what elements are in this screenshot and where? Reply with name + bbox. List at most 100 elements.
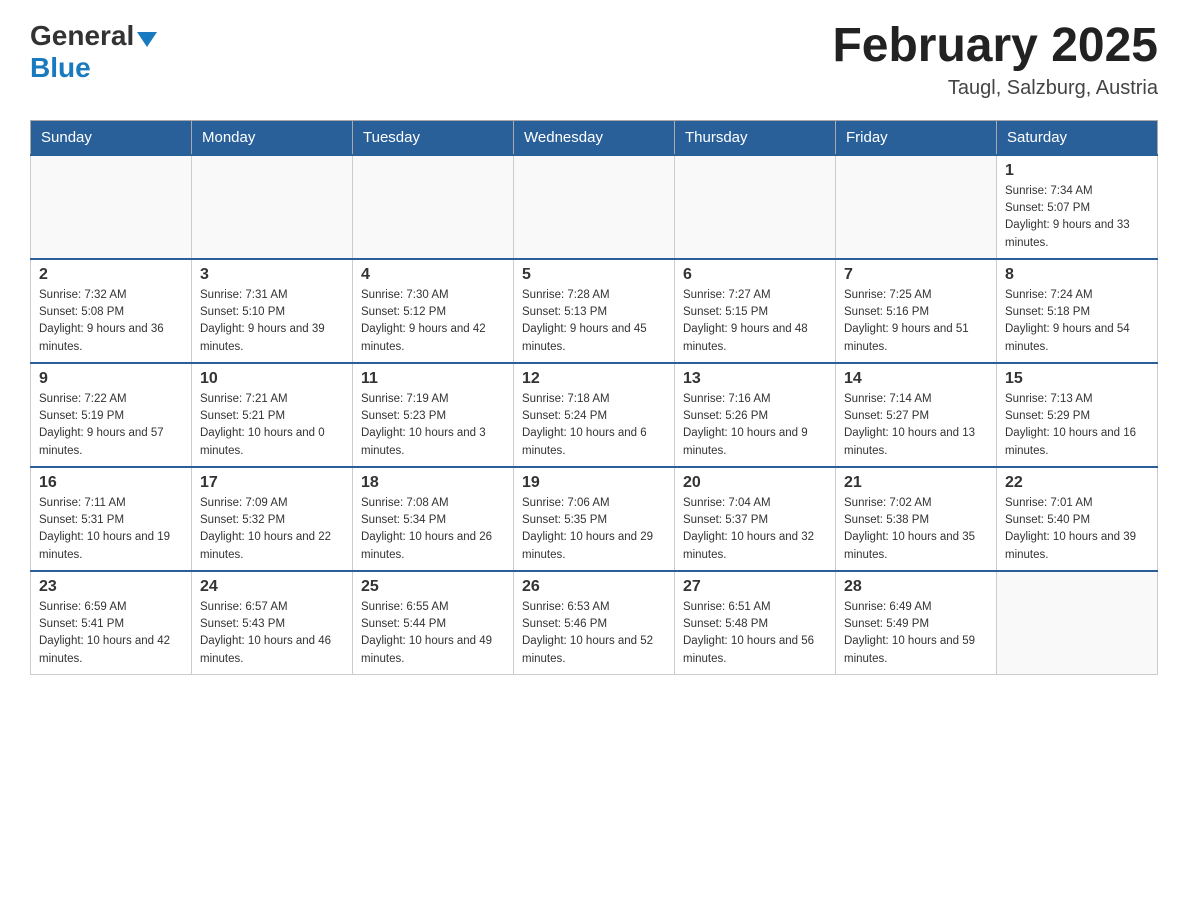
daylight-text: Daylight: 10 hours and 29 minutes. (522, 531, 653, 560)
day-number: 25 (361, 578, 505, 596)
daylight-text: Daylight: 10 hours and 9 minutes. (683, 427, 808, 456)
day-number: 3 (200, 266, 344, 284)
day-number: 21 (844, 474, 988, 492)
day-info: Sunrise: 7:16 AM Sunset: 5:26 PM Daylight:… (683, 391, 827, 460)
calendar-cell: 3 Sunrise: 7:31 AMSunset: 5:10 PMDaylight… (192, 259, 353, 363)
daylight-text: Daylight: 10 hours and 32 minutes. (683, 531, 814, 560)
calendar-cell: 10Sunrise: 7:21 AMSunset: 5:21 PMDayligh… (192, 363, 353, 467)
sunrise-text: Sunrise: 7:28 AM (522, 289, 610, 301)
daylight-text: Daylight: 10 hours and 39 minutes. (1005, 531, 1136, 560)
calendar-cell: 11Sunrise: 7:19 AMSunset: 5:23 PMDayligh… (353, 363, 514, 467)
sunrise-text: Sunrise: 6:55 AM (361, 601, 449, 613)
col-wednesday: Wednesday (514, 120, 675, 155)
day-number: 23 (39, 578, 183, 596)
day-number: 6 (683, 266, 827, 284)
day-number: 5 (522, 266, 666, 284)
daylight-text: Daylight: 9 hours and 36 minutes. (39, 323, 164, 352)
sunset-text: Sunset: 5:43 PM (200, 618, 285, 630)
sunrise-text: Sunrise: 7:08 AM (361, 497, 449, 509)
day-number: 17 (200, 474, 344, 492)
day-info: Sunrise: 7:34 AMSunset: 5:07 PMDaylight:… (1005, 183, 1149, 252)
day-info: Sunrise: 6:49 AMSunset: 5:49 PMDaylight:… (844, 599, 988, 668)
daylight-text: Daylight: 9 hours and 33 minutes. (1005, 219, 1130, 248)
calendar-cell: 14Sunrise: 7:14 AMSunset: 5:27 PMDayligh… (836, 363, 997, 467)
sunset-text: Sunset: 5:23 PM (361, 410, 446, 422)
logo-triangle-icon (137, 32, 157, 47)
sunset-text: Sunset: 5:13 PM (522, 306, 607, 318)
calendar-cell: 7Sunrise: 7:25 AMSunset: 5:16 PMDaylight… (836, 259, 997, 363)
day-info: Sunrise: 7:04 AMSunset: 5:37 PMDaylight:… (683, 495, 827, 564)
day-info: Sunrise: 6:51 AMSunset: 5:48 PMDaylight:… (683, 599, 827, 668)
sunrise-text: Sunrise: 6:57 AM (200, 601, 288, 613)
daylight-text: Daylight: 10 hours and 3 minutes. (361, 427, 486, 456)
sunset-text: Sunset: 5:34 PM (361, 514, 446, 526)
day-info: Sunrise: 7:09 AMSunset: 5:32 PMDaylight:… (200, 495, 344, 564)
day-info: Sunrise: 7:14 AMSunset: 5:27 PMDaylight:… (844, 391, 988, 460)
daylight-text: Daylight: 10 hours and 13 minutes. (844, 427, 975, 456)
day-number: 20 (683, 474, 827, 492)
day-info: Sunrise: 7:27 AMSunset: 5:15 PMDaylight:… (683, 287, 827, 356)
sunrise-text: Sunrise: 7:18 AM (522, 393, 610, 405)
calendar-cell (192, 155, 353, 259)
col-monday: Monday (192, 120, 353, 155)
day-number: 24 (200, 578, 344, 596)
logo: General Blue (30, 20, 157, 84)
sunset-text: Sunset: 5:35 PM (522, 514, 607, 526)
sunrise-text: Sunrise: 6:49 AM (844, 601, 932, 613)
calendar-cell: 20 Sunrise: 7:04 AMSunset: 5:37 PMDayligh… (675, 467, 836, 571)
calendar-cell (514, 155, 675, 259)
day-info: Sunrise: 6:57 AMSunset: 5:43 PMDaylight:… (200, 599, 344, 668)
sunset-text: Sunset: 5:48 PM (683, 618, 768, 630)
calendar-cell: 17 Sunrise: 7:09 AMSunset: 5:32 PMDayligh… (192, 467, 353, 571)
day-info: Sunrise: 7:22 AMSunset: 5:19 PMDaylight:… (39, 391, 183, 460)
calendar-cell (353, 155, 514, 259)
sunrise-text: Sunrise: 7:02 AM (844, 497, 932, 509)
sunrise-text: Sunrise: 7:04 AM (683, 497, 771, 509)
calendar-cell: 27Sunrise: 6:51 AMSunset: 5:48 PMDayligh… (675, 571, 836, 675)
sunset-text: Sunset: 5:18 PM (1005, 306, 1090, 318)
day-number: 16 (39, 474, 183, 492)
day-info: Sunrise: 7:08 AM Sunset: 5:34 PM Daylight:… (361, 495, 505, 564)
day-info: Sunrise: 7:24 AMSunset: 5:18 PMDaylight:… (1005, 287, 1149, 356)
daylight-text: Daylight: 9 hours and 42 minutes. (361, 323, 486, 352)
sunrise-text: Sunrise: 6:59 AM (39, 601, 127, 613)
day-number: 12 (522, 370, 666, 388)
sunrise-text: Sunrise: 7:16 AM (683, 393, 771, 405)
calendar-subtitle: Taugl, Salzburg, Austria (832, 77, 1158, 100)
title-section: February 2025 Taugl, Salzburg, Austria (832, 20, 1158, 100)
sunset-text: Sunset: 5:40 PM (1005, 514, 1090, 526)
calendar-cell: 4Sunrise: 7:30 AMSunset: 5:12 PMDaylight… (353, 259, 514, 363)
calendar-cell: 16Sunrise: 7:11 AMSunset: 5:31 PMDayligh… (31, 467, 192, 571)
calendar-cell (997, 571, 1158, 675)
calendar-cell: 13Sunrise: 7:16 AMSunset: 5:26 PMDayligh… (675, 363, 836, 467)
day-info: Sunrise: 6:55 AMSunset: 5:44 PMDaylight:… (361, 599, 505, 668)
calendar-cell: 9Sunrise: 7:22 AMSunset: 5:19 PMDaylight… (31, 363, 192, 467)
day-info: Sunrise: 7:31 AMSunset: 5:10 PMDaylight:… (200, 287, 344, 356)
calendar-cell: 1Sunrise: 7:34 AMSunset: 5:07 PMDaylight… (997, 155, 1158, 259)
day-number: 2 (39, 266, 183, 284)
daylight-text: Daylight: 10 hours and 26 minutes. (361, 531, 492, 560)
daylight-text: Daylight: 9 hours and 54 minutes. (1005, 323, 1130, 352)
sunrise-text: Sunrise: 7:14 AM (844, 393, 932, 405)
calendar-header-row: Sunday Monday Tuesday Wednesday Thursday… (31, 120, 1158, 155)
day-number: 28 (844, 578, 988, 596)
calendar-cell: 23Sunrise: 6:59 AMSunset: 5:41 PMDayligh… (31, 571, 192, 675)
sunrise-text: Sunrise: 7:25 AM (844, 289, 932, 301)
day-info: Sunrise: 7:28 AM Sunset: 5:13 PM Daylight:… (522, 287, 666, 356)
calendar-cell: 15Sunrise: 7:13 AMSunset: 5:29 PMDayligh… (997, 363, 1158, 467)
sunrise-text: Sunrise: 7:34 AM (1005, 185, 1093, 197)
sunset-text: Sunset: 5:08 PM (39, 306, 124, 318)
daylight-text: Daylight: 9 hours and 45 minutes. (522, 323, 647, 352)
sunrise-text: Sunrise: 7:06 AM (522, 497, 610, 509)
sunrise-text: Sunrise: 7:27 AM (683, 289, 771, 301)
day-number: 7 (844, 266, 988, 284)
calendar-cell: 19Sunrise: 7:06 AMSunset: 5:35 PMDayligh… (514, 467, 675, 571)
daylight-text: Daylight: 10 hours and 0 minutes. (200, 427, 325, 456)
sunset-text: Sunset: 5:49 PM (844, 618, 929, 630)
sunrise-text: Sunrise: 7:19 AM (361, 393, 449, 405)
daylight-text: Daylight: 10 hours and 6 minutes. (522, 427, 647, 456)
calendar-week-row: 23Sunrise: 6:59 AMSunset: 5:41 PMDayligh… (31, 571, 1158, 675)
sunset-text: Sunset: 5:26 PM (683, 410, 768, 422)
day-info: Sunrise: 7:01 AMSunset: 5:40 PMDaylight:… (1005, 495, 1149, 564)
sunrise-text: Sunrise: 6:51 AM (683, 601, 771, 613)
